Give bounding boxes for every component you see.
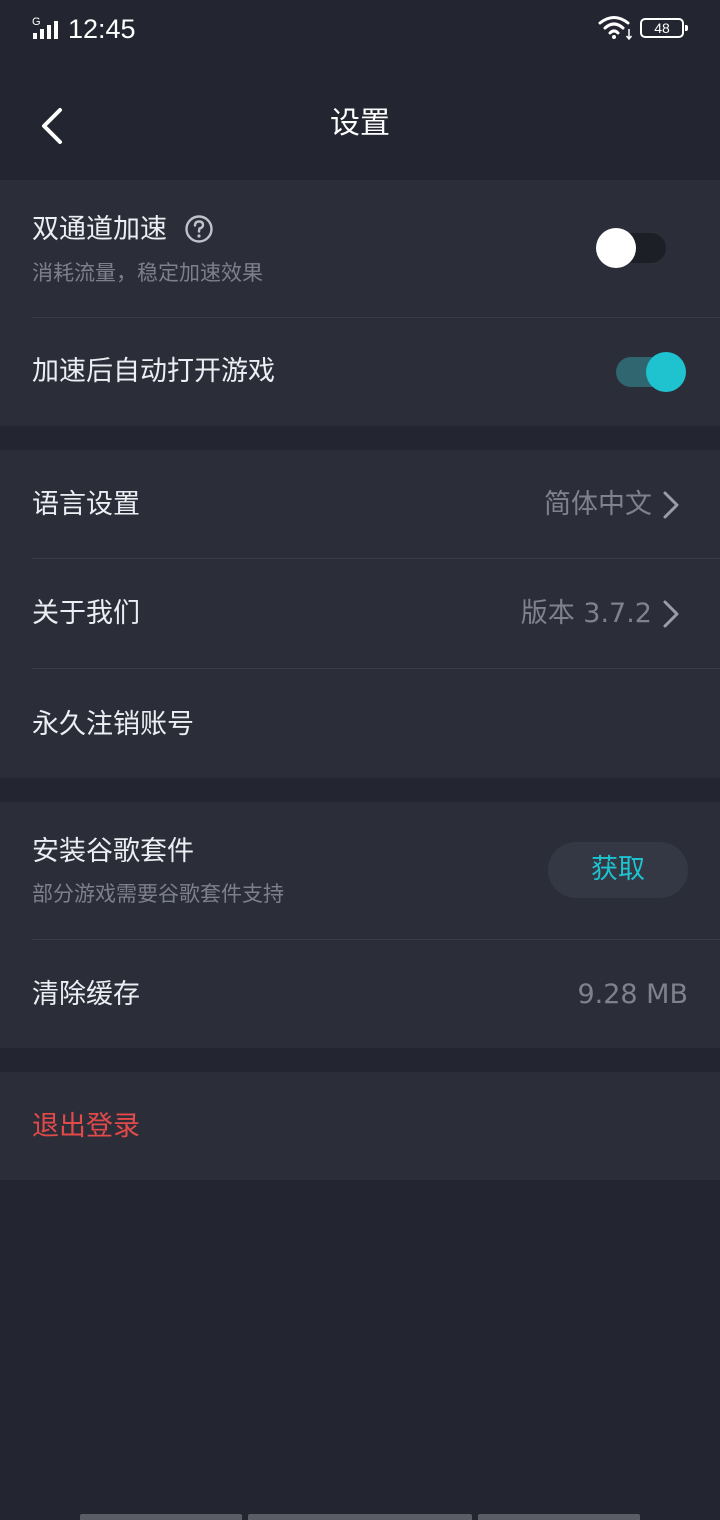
auto-open-game-toggle[interactable] — [616, 352, 686, 392]
nav-indicator-right — [478, 1514, 640, 1520]
dual-channel-description: 消耗流量，稳定加速效果 — [32, 261, 263, 285]
language-settings-row[interactable]: 语言设置 简体中文 — [0, 450, 720, 558]
toggle-knob — [646, 352, 686, 392]
logout-button[interactable]: 退出登录 — [32, 1109, 140, 1145]
language-settings-label: 语言设置 — [32, 489, 140, 520]
cellular-signal-icon: G — [32, 16, 58, 39]
dual-channel-toggle[interactable] — [596, 228, 666, 268]
account-card: 退出登录 — [0, 1072, 720, 1180]
nav-indicator-left — [80, 1514, 242, 1520]
dual-channel-label: 双通道加速 — [32, 214, 167, 245]
delete-account-row[interactable]: 永久注销账号 — [0, 669, 720, 778]
header: 设置 — [0, 58, 720, 180]
cache-size-value: 9.28 MB — [577, 979, 688, 1010]
battery-level: 48 — [654, 20, 670, 36]
wifi-icon — [598, 16, 633, 41]
language-value: 简体中文 — [544, 489, 652, 520]
page-title: 设置 — [330, 106, 390, 141]
dual-channel-row: 双通道加速 消耗流量，稳定加速效果 — [0, 180, 720, 317]
google-suite-description: 部分游戏需要谷歌套件支持 — [32, 882, 284, 906]
general-settings-card: 语言设置 简体中文 关于我们 版本 3.7.2 永久注销账号 — [0, 450, 720, 778]
version-value: 版本 3.7.2 — [520, 598, 652, 629]
auto-open-game-row: 加速后自动打开游戏 — [0, 318, 720, 426]
clear-cache-row[interactable]: 清除缓存 9.28 MB — [0, 940, 720, 1048]
about-us-row[interactable]: 关于我们 版本 3.7.2 — [0, 559, 720, 668]
auto-open-game-label: 加速后自动打开游戏 — [32, 356, 275, 387]
google-suite-label: 安装谷歌套件 — [32, 836, 194, 867]
logout-row[interactable]: 退出登录 — [0, 1072, 720, 1180]
battery-icon: 48 — [640, 18, 688, 38]
status-bar: G 12:45 48 — [0, 0, 720, 58]
status-time: 12:45 — [68, 14, 136, 44]
acceleration-settings-card: 双通道加速 消耗流量，稳定加速效果 加速后自动打开游戏 — [0, 180, 720, 426]
nav-indicator-center — [248, 1514, 472, 1520]
chevron-right-icon — [663, 600, 679, 628]
clear-cache-label: 清除缓存 — [32, 979, 140, 1010]
svg-text:G: G — [32, 16, 41, 28]
toggle-knob — [596, 228, 636, 268]
tools-settings-card: 安装谷歌套件 部分游戏需要谷歌套件支持 获取 清除缓存 9.28 MB — [0, 802, 720, 1048]
battery-tip — [685, 25, 688, 31]
google-suite-row: 安装谷歌套件 部分游戏需要谷歌套件支持 获取 — [0, 802, 720, 939]
chevron-right-icon — [663, 491, 679, 519]
delete-account-label: 永久注销账号 — [32, 709, 194, 740]
about-us-label: 关于我们 — [32, 598, 140, 629]
help-icon[interactable] — [184, 214, 214, 244]
get-google-suite-button[interactable]: 获取 — [548, 842, 688, 898]
